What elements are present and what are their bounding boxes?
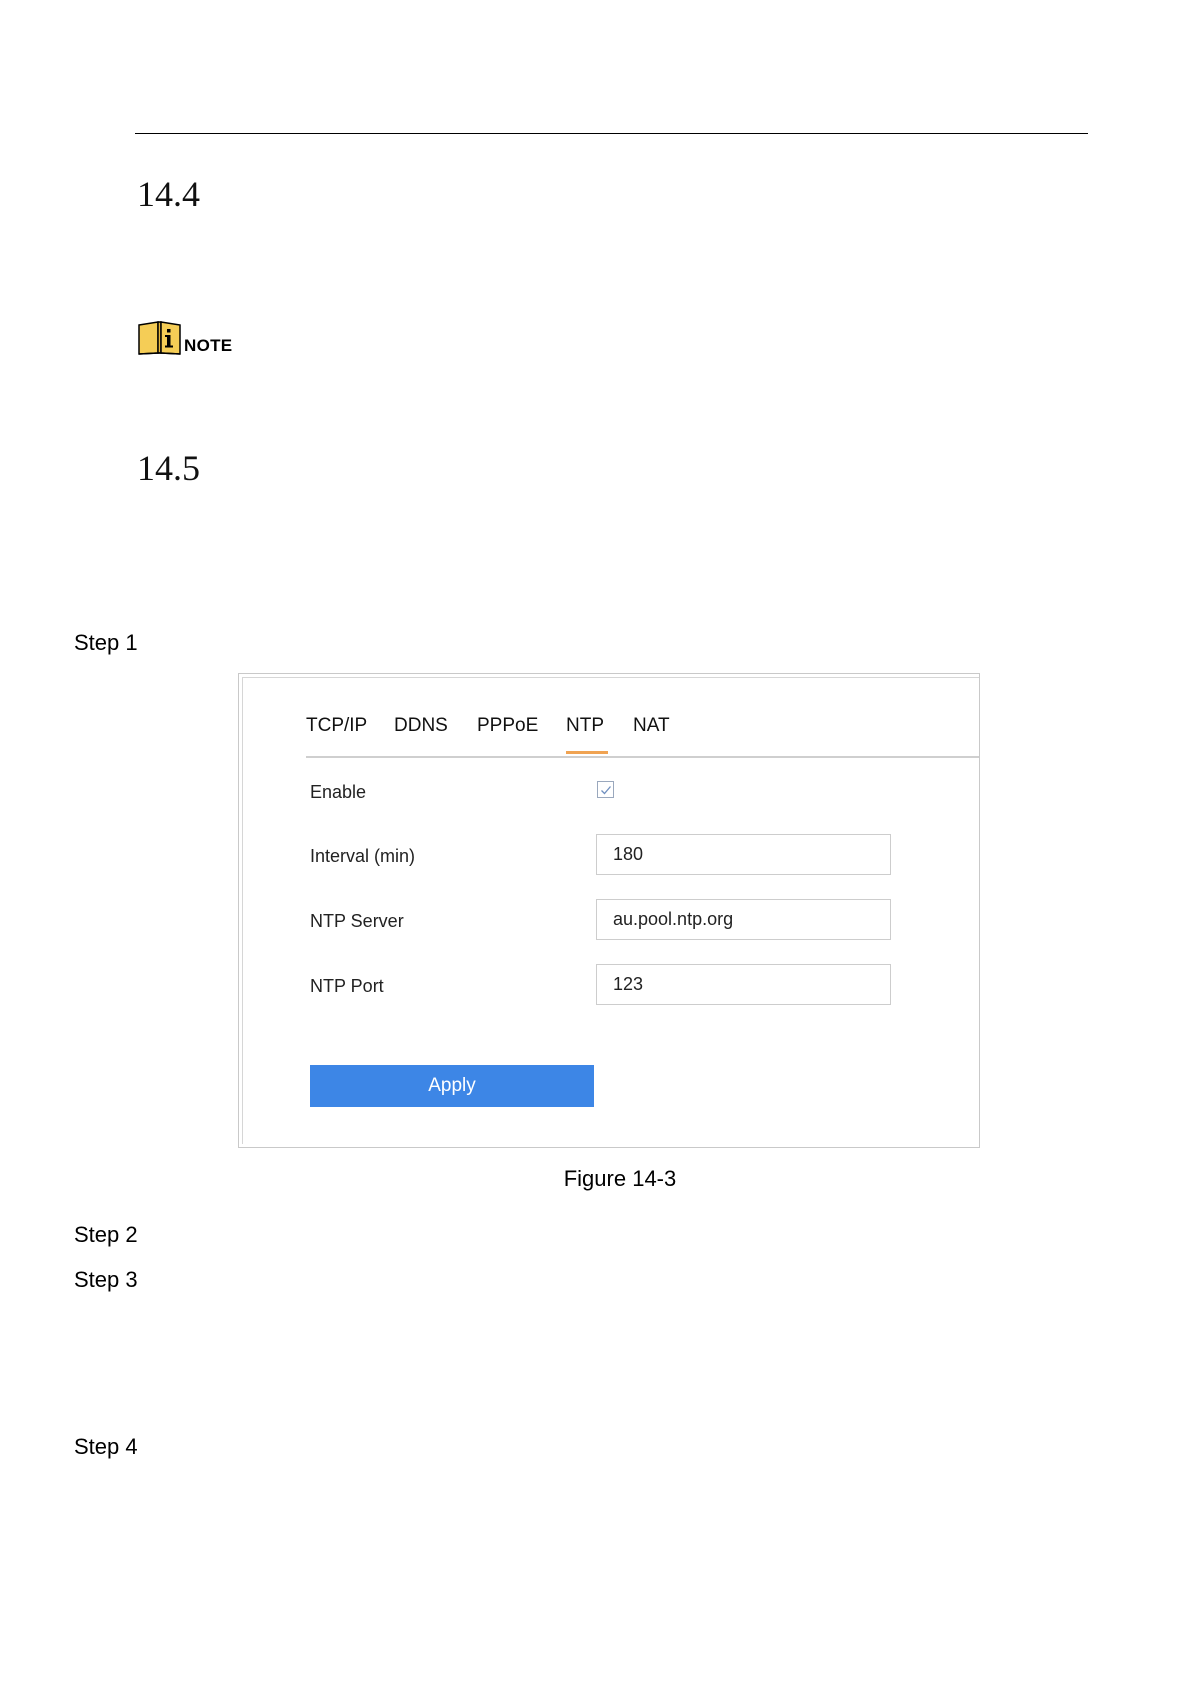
section-number-14-5: 14.5 — [137, 448, 200, 488]
interval-input[interactable] — [596, 834, 891, 875]
ntp-settings-figure: TCP/IP DDNS PPPoE NTP NAT Enable Interva… — [238, 673, 980, 1148]
step-1-label: Step 1 — [74, 630, 138, 655]
step-2-label: Step 2 — [74, 1222, 138, 1247]
tab-nat[interactable]: NAT — [633, 714, 670, 746]
figure-caption: Figure 14-3 — [563, 1166, 677, 1191]
tab-ntp[interactable]: NTP — [566, 714, 608, 754]
ntp-port-label: NTP Port — [310, 976, 384, 996]
step-3-label: Step 3 — [74, 1267, 138, 1292]
book-info-icon — [138, 321, 181, 355]
checkmark-icon — [601, 786, 611, 795]
apply-button[interactable]: Apply — [310, 1065, 594, 1107]
note-callout: NOTE — [137, 320, 232, 356]
ntp-server-label: NTP Server — [310, 911, 404, 931]
ntp-port-input[interactable] — [596, 964, 891, 1005]
enable-checkbox[interactable] — [597, 781, 614, 798]
network-tabs: TCP/IP DDNS PPPoE NTP NAT — [306, 714, 979, 758]
tab-ddns[interactable]: DDNS — [394, 714, 448, 746]
tab-pppoe[interactable]: PPPoE — [477, 714, 538, 746]
section-number-14-4: 14.4 — [137, 174, 200, 214]
enable-label: Enable — [310, 782, 367, 802]
tab-tcpip[interactable]: TCP/IP — [306, 714, 367, 746]
interval-label: Interval (min) — [310, 846, 416, 866]
step-4-label: Step 4 — [74, 1434, 138, 1459]
note-label: NOTE — [184, 336, 233, 355]
ntp-settings-panel: TCP/IP DDNS PPPoE NTP NAT Enable Interva… — [242, 677, 979, 1144]
ntp-server-input[interactable] — [596, 899, 891, 940]
header-rule — [135, 133, 1088, 134]
